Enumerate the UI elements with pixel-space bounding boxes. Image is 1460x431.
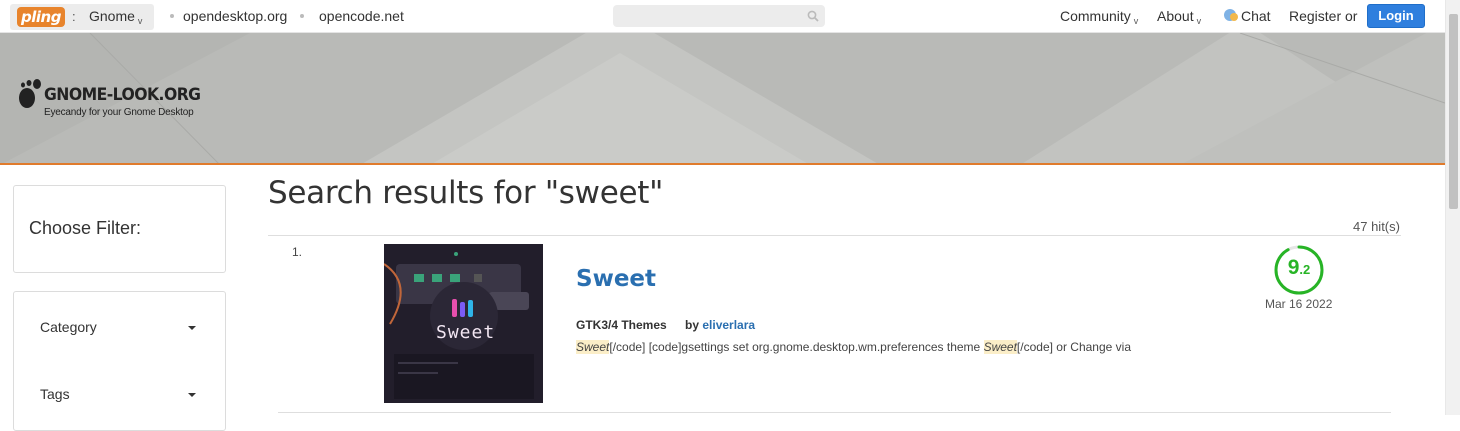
store-name[interactable]: Gnome v [89,8,142,26]
product-thumbnail[interactable]: Sweet [384,244,543,403]
chevron-down-icon: v [1196,16,1202,26]
facet-category[interactable]: Category [40,319,97,335]
banner-background [0,33,1445,163]
search-input[interactable] [613,5,793,27]
product-category[interactable]: GTK3/4 Themes [576,318,667,332]
community-menu[interactable]: Community v [1060,8,1138,26]
or-text: or [1345,8,1358,24]
scrollbar-thumb[interactable] [1449,14,1458,209]
description-text: [/code] or Change via [1016,340,1131,354]
login-button[interactable]: Login [1367,4,1425,28]
filter-panel: Choose Filter: [13,185,226,273]
about-label: About [1157,8,1194,24]
product-date: Mar 16 2022 [1265,297,1333,311]
search-icon[interactable] [807,10,819,22]
caret-down-icon[interactable] [188,393,196,397]
search-box [613,5,825,27]
highlight: Sweet [983,340,1017,354]
score-minor: .2 [1299,262,1311,277]
top-navbar: pling : Gnome v opendesktop.org opencode.… [0,0,1445,33]
gnome-foot-icon[interactable] [16,78,44,110]
filter-title: Choose Filter: [29,218,142,238]
facet-panel: Category Tags [13,291,226,431]
divider [268,235,1401,236]
highlight: Sweet [576,340,610,354]
link-opencode[interactable]: opencode.net [319,8,404,24]
store-switcher[interactable]: pling : Gnome v [10,4,154,30]
brand-separator: : [72,9,76,24]
caret-down-icon[interactable] [188,326,196,330]
bullet-icon [300,14,304,18]
link-opendesktop[interactable]: opendesktop.org [183,8,287,24]
hit-count: 47 hit(s) [1353,219,1400,234]
register-link[interactable]: Register [1289,8,1341,24]
results-heading: Search results for "sweet" [268,175,664,211]
product-title-link[interactable]: Sweet [576,266,656,292]
store-name-label: Gnome [89,8,135,24]
chevron-down-icon: v [1133,16,1139,26]
site-header-banner: GNOME-LOOK.ORG Eyecandy for your Gnome D… [0,33,1445,165]
site-tagline: Eyecandy for your Gnome Desktop [44,107,194,118]
chevron-down-icon: v [137,16,143,26]
page-scrollbar[interactable] [1445,0,1460,415]
product-byline: by eliverlara [685,318,755,332]
community-label: Community [1060,8,1131,24]
divider [278,412,1391,413]
by-label: by [685,318,700,332]
bullet-icon [170,14,174,18]
result-rank: 1. [292,245,303,259]
product-description: Sweet[/code] [code]gsettings set org.gno… [576,340,1131,354]
description-text: [/code] [code]gsettings set org.gnome.de… [609,340,984,354]
author-link[interactable]: eliverlara [702,318,755,332]
site-title[interactable]: GNOME-LOOK.ORG [44,85,201,105]
chat-link[interactable]: Chat [1241,8,1271,24]
pling-logo[interactable]: pling [17,7,65,27]
facet-tags[interactable]: Tags [40,386,70,402]
score-value: 9.2 [1273,256,1325,280]
thumbnail-label: Sweet [436,322,496,343]
about-menu[interactable]: About v [1157,8,1201,26]
score-major: 9 [1287,256,1300,279]
chat-icon[interactable] [1223,8,1239,22]
